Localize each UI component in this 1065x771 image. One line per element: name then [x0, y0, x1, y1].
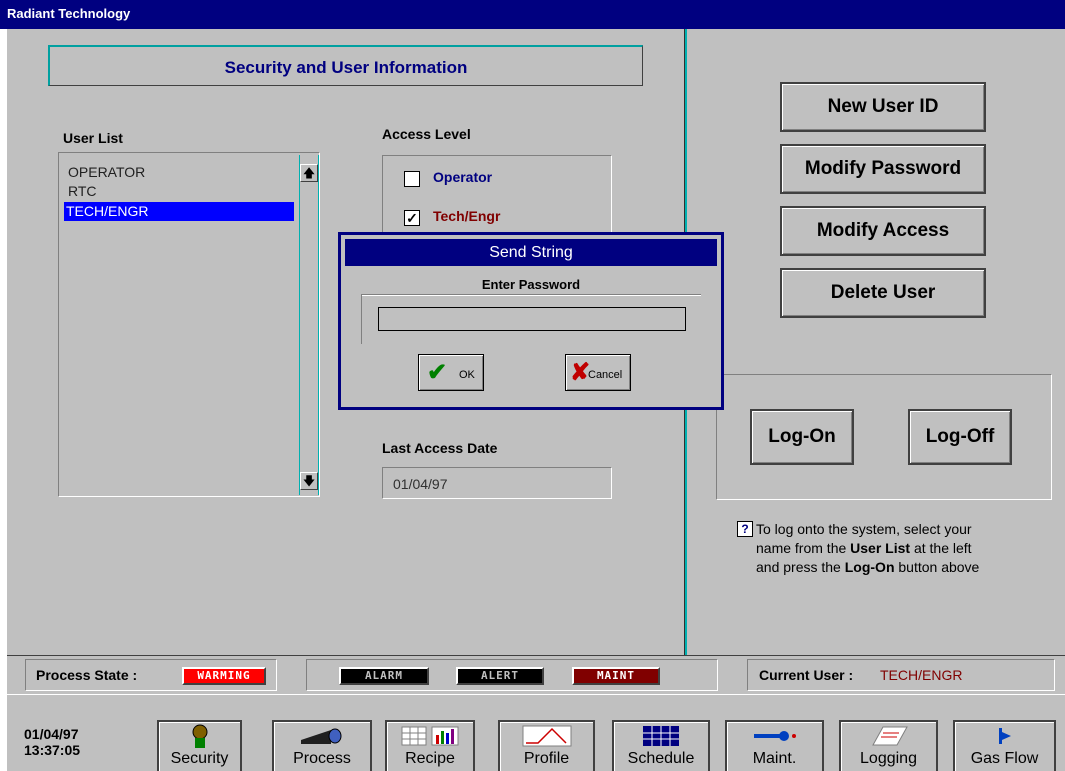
help-text: To log onto the system, select your name…: [756, 520, 1056, 577]
operator-checkbox[interactable]: [404, 171, 420, 187]
process-state-label: Process State :: [36, 667, 138, 683]
nav-logging-button[interactable]: Logging: [839, 720, 938, 771]
dialog-separator-vertical: [361, 294, 362, 344]
nav-recipe-label: Recipe: [405, 750, 455, 767]
oven-icon: [274, 724, 370, 748]
log-on-button[interactable]: Log-On: [750, 409, 854, 465]
user-list-scrollbar[interactable]: 🡅 🡇: [299, 155, 319, 495]
new-user-id-button[interactable]: New User ID: [780, 82, 986, 132]
dialog-title: Send String: [345, 239, 717, 266]
help-line-1: To log onto the system, select your: [756, 521, 972, 537]
cancel-button[interactable]: ✘ Cancel: [565, 354, 631, 391]
current-user-label: Current User :: [759, 667, 854, 683]
tech-engr-checkbox-label: Tech/Engr: [433, 208, 501, 224]
help-line-2b: User List: [850, 540, 911, 556]
cancel-button-label: Cancel: [588, 369, 623, 381]
password-input[interactable]: [378, 307, 686, 331]
dialog-prompt: Enter Password: [481, 277, 581, 292]
warming-indicator: WARMING: [182, 667, 266, 685]
nav-maint-button[interactable]: Maint.: [725, 720, 824, 771]
help-icon[interactable]: ?: [737, 521, 753, 537]
alert-indicator: ALERT: [456, 667, 544, 685]
nav-gas-flow-button[interactable]: Gas Flow: [953, 720, 1056, 771]
help-line-2c: at the left: [910, 540, 972, 556]
clock-time: 13:37:05: [24, 742, 81, 758]
ok-button-label: OK: [459, 369, 475, 381]
notepad-icon: [841, 724, 936, 748]
ok-button[interactable]: ✔ OK: [418, 354, 484, 391]
nav-profile-button[interactable]: Profile: [498, 720, 595, 771]
maint-indicator: MAINT: [572, 667, 660, 685]
help-line-3a: and press the: [756, 559, 845, 575]
current-user-value: TECH/ENGR: [880, 667, 963, 683]
last-access-value: 01/04/97: [393, 476, 448, 492]
nav-schedule-label: Schedule: [627, 750, 695, 767]
scroll-track[interactable]: [299, 155, 319, 495]
valve-icon: [955, 724, 1054, 748]
table-chart-icon: [387, 724, 473, 748]
checkmark-icon: ✔: [427, 359, 448, 386]
user-list-item-rtc[interactable]: RTC: [66, 182, 296, 201]
dialog-separator: [361, 294, 701, 295]
grid-icon: [614, 724, 708, 748]
operator-checkbox-label: Operator: [433, 169, 493, 185]
nav-security-label: Security: [170, 750, 229, 767]
help-line-2a: name from the: [756, 540, 851, 556]
nav-gas-flow-label: Gas Flow: [970, 750, 1039, 767]
nav-logging-label: Logging: [860, 750, 917, 767]
help-line-3c: button above: [894, 559, 980, 575]
page-header: Security and User Information: [48, 45, 643, 86]
modify-access-button[interactable]: Modify Access: [780, 206, 986, 256]
access-level-box: Operator ✓ Tech/Engr: [382, 155, 612, 240]
help-line-3b: Log-On: [844, 559, 895, 575]
nav-security-button[interactable]: Security: [157, 720, 242, 771]
user-list-item-operator[interactable]: OPERATOR: [66, 163, 296, 182]
profile-graph-icon: [500, 724, 593, 748]
scroll-down-icon[interactable]: 🡇: [300, 472, 318, 490]
clock-date: 01/04/97: [24, 726, 79, 742]
nav-process-button[interactable]: Process: [272, 720, 372, 771]
nav-schedule-button[interactable]: Schedule: [612, 720, 710, 771]
alarm-indicator: ALARM: [339, 667, 429, 685]
title-bar: Radiant Technology: [0, 0, 1065, 29]
delete-user-button[interactable]: Delete User: [780, 268, 986, 318]
nav-profile-label: Profile: [523, 750, 570, 767]
last-access-field: 01/04/97: [382, 467, 612, 499]
user-list[interactable]: OPERATOR RTC TECH/ENGR 🡅 🡇: [58, 152, 320, 497]
nav-recipe-button[interactable]: Recipe: [385, 720, 475, 771]
user-list-label: User List: [63, 130, 123, 146]
access-level-label: Access Level: [382, 126, 471, 142]
page-title: Security and User Information: [224, 58, 468, 77]
window-title: Radiant Technology: [7, 6, 131, 21]
user-list-item-tech-engr[interactable]: TECH/ENGR: [64, 202, 294, 221]
last-access-label: Last Access Date: [382, 440, 498, 456]
modify-password-button[interactable]: Modify Password: [780, 144, 986, 194]
person-icon: [159, 724, 240, 748]
nav-process-label: Process: [293, 750, 351, 767]
nav-maint-label: Maint.: [752, 750, 797, 767]
send-string-dialog: Send String Enter Password ✔ OK ✘ Cancel: [338, 232, 724, 410]
scroll-up-icon[interactable]: 🡅: [300, 164, 318, 182]
wrench-icon: [727, 724, 822, 748]
tech-engr-checkbox[interactable]: ✓: [404, 210, 420, 226]
log-off-button[interactable]: Log-Off: [908, 409, 1012, 465]
